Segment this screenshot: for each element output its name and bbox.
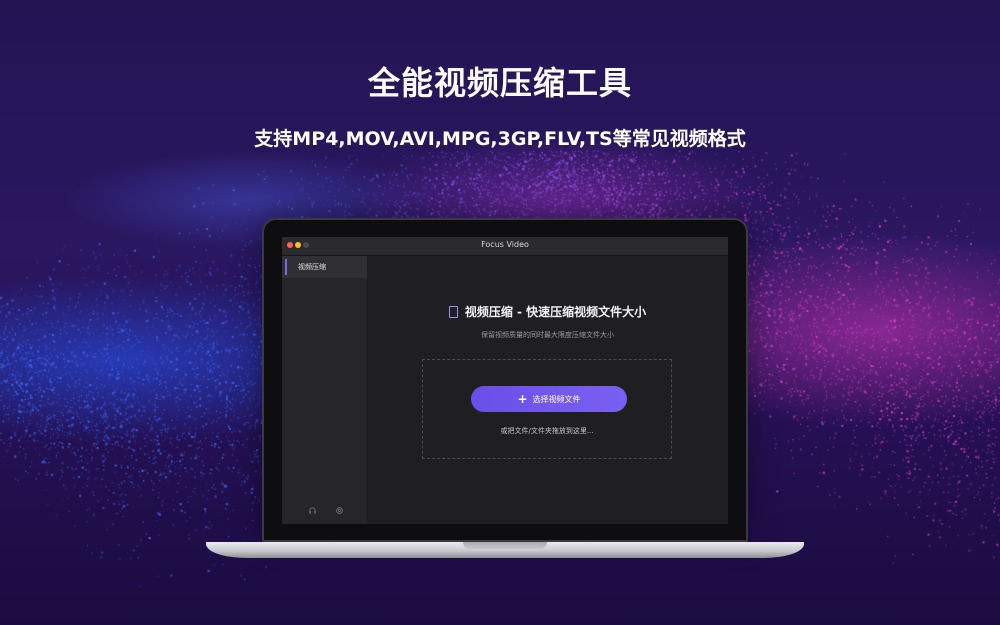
headphones-icon[interactable] <box>307 506 317 516</box>
main-panel: 视频压缩 - 快速压缩视频文件大小 保留视频质量的同时最大限度压缩文件大小 + 选… <box>367 256 728 524</box>
file-icon <box>448 305 458 318</box>
banner-title: 全能视频压缩工具 <box>367 64 632 102</box>
window-titlebar: Focus Video <box>282 237 728 256</box>
select-video-button[interactable]: + 选择视频文件 <box>471 386 627 412</box>
main-title: 视频压缩 - 快速压缩视频文件大小 <box>464 305 647 319</box>
select-video-button-label: 选择视频文件 <box>532 395 581 404</box>
file-drop-zone[interactable]: + 选择视频文件 或把文件/文件夹拖放到这里... <box>422 359 672 459</box>
sidebar-item-video-compress[interactable]: 视频压缩 <box>282 256 367 278</box>
drop-hint: 或把文件/文件夹拖放到这里... <box>500 427 594 435</box>
plus-icon: + <box>517 392 528 406</box>
window-title: Focus Video <box>481 240 529 249</box>
app-window: Focus Video 视频压缩 视频压缩 - 快速压缩视频文件大小 保留视频质… <box>282 237 728 524</box>
sidebar: 视频压缩 <box>282 256 367 524</box>
main-subtitle: 保留视频质量的同时最大限度压缩文件大小 <box>481 331 614 339</box>
banner-subtitle: 支持MP4,MOV,AVI,MPG,3GP,FLV,TS等常见视频格式 <box>254 128 746 150</box>
sidebar-item-label: 视频压缩 <box>298 263 326 271</box>
laptop-notch <box>463 542 547 549</box>
sidebar-active-indicator <box>285 259 287 275</box>
main-heading: 视频压缩 - 快速压缩视频文件大小 <box>367 301 728 320</box>
settings-icon[interactable] <box>334 506 344 516</box>
